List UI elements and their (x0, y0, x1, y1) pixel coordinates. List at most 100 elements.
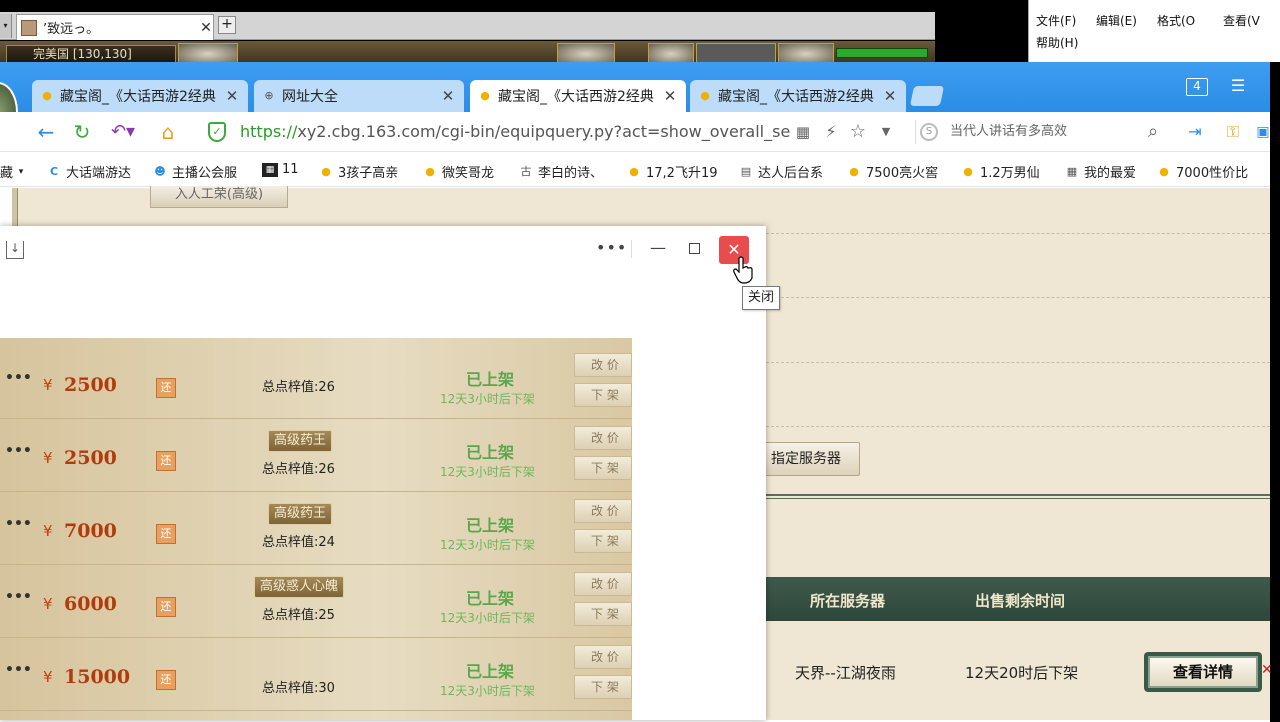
unlist-button[interactable]: 下 架 (574, 602, 632, 626)
score-text: 总点梓值:30 (262, 681, 335, 696)
bookmark-item[interactable]: ● 17,2飞升19 (626, 162, 718, 182)
refresh-icon[interactable]: ↻ (70, 120, 94, 144)
face-icon: ☻ (154, 164, 166, 178)
unlist-button[interactable]: 下 架 (574, 383, 632, 407)
back-icon[interactable]: ← (34, 120, 58, 144)
change-price-button[interactable]: 改 价 (574, 426, 632, 450)
bookmark-item[interactable]: ● 7000性价比 (1156, 162, 1248, 182)
menu-icon[interactable]: ☰ (1230, 78, 1246, 96)
divider (766, 297, 1270, 298)
more-icon[interactable]: ••• (5, 443, 32, 459)
menu-file[interactable]: 文件(F) (1036, 12, 1076, 29)
yen-symbol: ¥ (43, 522, 53, 540)
key-icon[interactable]: ⚿ (1222, 120, 1244, 144)
more-icon[interactable]: ••• (596, 238, 627, 257)
search-input[interactable]: S 当代人讲话有多高效 (915, 120, 1170, 144)
change-price-button[interactable]: 改 价 (574, 572, 632, 596)
search-icon[interactable]: ⌕ (1142, 120, 1164, 144)
menu-format[interactable]: 格式(O (1157, 12, 1195, 29)
bookmark-label: 微笑哥龙 (442, 166, 495, 181)
change-price-button[interactable]: 改 价 (574, 353, 632, 377)
score-text: 总点梓值:26 (262, 462, 335, 477)
browser-tab-cbg-active[interactable]: ● 藏宝阁_《大话西游2经典 ✕ (470, 80, 686, 112)
menu-view[interactable]: 查看(V (1223, 12, 1260, 29)
browser-tab-cbg-1[interactable]: ● 藏宝阁_《大话西游2经典 ✕ (32, 80, 248, 112)
minimize-icon[interactable]: — (650, 238, 666, 257)
url-field[interactable]: https://xy2.cbg.163.com/cgi-bin/equipque… (240, 121, 790, 143)
close-icon[interactable]: ✕ (224, 87, 240, 105)
tab-count-badge[interactable]: 4 (1186, 78, 1208, 96)
close-icon[interactable]: ✕ (199, 20, 213, 36)
download-icon[interactable]: ↓ (6, 241, 24, 259)
chevron-down-icon[interactable]: ▼ (876, 120, 896, 144)
grid-icon: ▦ (1066, 164, 1078, 178)
new-tab-button[interactable] (909, 86, 945, 106)
more-icon[interactable]: ••• (5, 516, 32, 532)
tab-scroll-left-button[interactable]: ▾ (0, 14, 12, 38)
list-item: ••• ¥ 15000 还 总点梓值:30 已上架 12天3小时后下架 改 价 … (0, 638, 632, 711)
cell-time: 12天20时后下架 (965, 664, 1079, 682)
unlist-button[interactable]: 下 架 (574, 529, 632, 553)
shield-icon[interactable]: ✓ (208, 122, 226, 142)
chick-icon: ● (425, 164, 435, 178)
game-window-tab[interactable]: ’致远っ。 ✕ (16, 14, 214, 40)
extension-icon[interactable]: ▣ (1256, 120, 1270, 144)
divider (766, 426, 1270, 427)
bookmark-item[interactable]: 藏 ▾ (0, 162, 33, 181)
bookmark-item[interactable]: ▤ 达人后台系 (738, 162, 823, 182)
chick-icon: ● (963, 164, 973, 178)
tab-label: 藏宝阁_《大话西游2经典 (60, 89, 216, 105)
bookmark-item[interactable]: ● 7500亮火窖 (846, 162, 939, 182)
bookmark-item[interactable]: ☻ 主播公会服 (152, 162, 237, 182)
menu-help[interactable]: 帮助(H) (1036, 34, 1078, 51)
new-tab-button[interactable]: + (218, 16, 236, 34)
skill-tag: 高级药王 (268, 503, 333, 525)
yen-symbol: ¥ (43, 376, 53, 394)
star-icon[interactable]: ☆ (846, 120, 870, 144)
bookmark-label: 7500亮火窖 (866, 166, 939, 181)
unlist-button[interactable]: 下 架 (574, 675, 632, 699)
bookmark-item[interactable]: 古李白的诗、 (518, 162, 604, 182)
browser-tab-url-directory[interactable]: ⊕ 网址大全 ✕ (254, 80, 464, 112)
maximize-icon[interactable] (689, 243, 700, 254)
bookmark-item[interactable]: ▦ 我的最爱 (1064, 162, 1136, 182)
more-icon[interactable]: ••• (5, 589, 32, 605)
grid-icon[interactable]: ▦ (792, 120, 814, 144)
browser-tab-cbg-3[interactable]: ● 藏宝阁_《大话西游2经典 ✕ (690, 80, 906, 112)
close-icon[interactable]: ✕ (440, 87, 456, 105)
login-icon[interactable]: ⇥ (1184, 120, 1206, 144)
remaining-time: 12天3小时后下架 (440, 392, 535, 406)
more-icon[interactable]: ••• (5, 662, 32, 678)
bookmark-item[interactable]: ● 微笑哥龙 (422, 162, 495, 182)
specify-server-button[interactable]: 指定服务器 (752, 442, 860, 476)
menu-edit[interactable]: 编辑(E) (1096, 12, 1137, 29)
price: 6000 (64, 593, 117, 615)
film-icon: ▦ (262, 162, 278, 177)
huan-badge: 还 (156, 524, 176, 544)
huan-badge: 还 (156, 378, 176, 398)
advanced-search-button[interactable]: 入人工荣(高级) (150, 186, 288, 208)
bookmark-item[interactable]: ▦ 11 (262, 162, 299, 177)
bookmark-label: 17,2飞升19 (646, 166, 718, 181)
home-icon[interactable]: ⌂ (156, 120, 180, 144)
bookmark-item[interactable]: C 大话端游达 (46, 162, 131, 182)
chick-icon: ● (321, 164, 331, 178)
bookmark-item[interactable]: ● 3孩子高亲 (318, 162, 398, 182)
close-icon[interactable]: ✕ (1261, 662, 1273, 678)
undo-icon[interactable]: ↶▾ (106, 120, 140, 144)
remaining-time: 12天3小时后下架 (440, 538, 535, 552)
close-icon[interactable]: ✕ (882, 87, 898, 105)
unlist-button[interactable]: 下 架 (574, 456, 632, 480)
change-price-button[interactable]: 改 价 (574, 645, 632, 669)
bookmark-label: 11 (282, 162, 299, 177)
status-text: 已上架 (466, 662, 515, 681)
more-icon[interactable]: ••• (5, 370, 32, 386)
change-price-button[interactable]: 改 价 (574, 499, 632, 523)
lightning-icon[interactable]: ⚡ (820, 120, 842, 144)
status-text: 已上架 (466, 589, 515, 608)
view-details-button[interactable]: 查看详情 (1144, 652, 1262, 692)
skill-tag: 高级惑人心魄 (254, 576, 345, 598)
close-icon[interactable]: ✕ (662, 87, 678, 105)
gu-icon: 古 (520, 164, 532, 178)
bookmark-item[interactable]: ● 1.2万男仙 (960, 162, 1040, 182)
